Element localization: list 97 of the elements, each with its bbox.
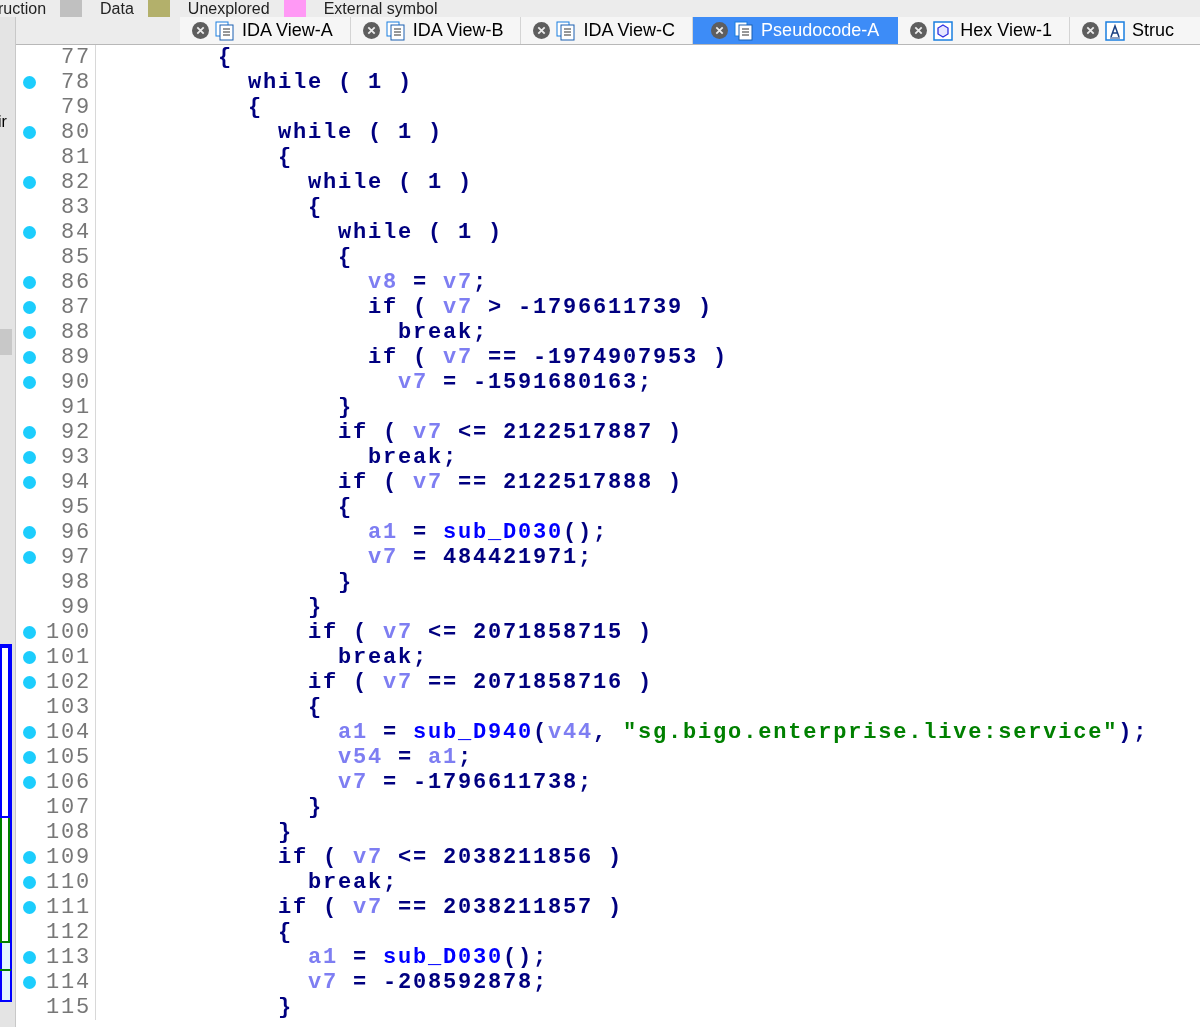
code-line: { xyxy=(248,95,263,120)
close-icon[interactable] xyxy=(910,22,928,39)
line-number: 109 xyxy=(46,845,92,870)
line-number: 102 xyxy=(46,670,92,695)
line-number: 80 xyxy=(61,120,92,145)
legend-label: External symbol xyxy=(323,0,438,17)
line-number: 79 xyxy=(61,95,92,120)
code-line: a1 = sub_D940(v44, "sg.bigo.enterprise.live:service"); xyxy=(338,720,1149,745)
tab[interactable]: IDA View-B xyxy=(350,17,522,44)
code-line: v7 = 484421971; xyxy=(368,545,594,570)
line-number: 78 xyxy=(61,70,92,95)
close-icon[interactable] xyxy=(1081,22,1099,39)
line-number: 94 xyxy=(61,470,92,495)
code-line: while ( 1 ) xyxy=(308,170,474,195)
code-line: { xyxy=(338,245,353,270)
code-line: v7 = -208592878; xyxy=(308,970,549,995)
line-number: 87 xyxy=(61,295,92,320)
line-number: 114 xyxy=(46,970,92,995)
code-line: while ( 1 ) xyxy=(278,120,444,145)
code-line: break; xyxy=(368,445,458,470)
code-line: if ( v7 > -1796611739 ) xyxy=(368,295,714,320)
tab[interactable]: Struc xyxy=(1069,17,1200,44)
code-line: { xyxy=(218,45,233,70)
code-line: if ( v7 == -1974907953 ) xyxy=(368,345,729,370)
line-number: 81 xyxy=(61,145,92,170)
tab[interactable]: IDA View-C xyxy=(521,17,694,44)
line-number: 113 xyxy=(46,945,92,970)
line-number: 104 xyxy=(46,720,92,745)
code-line: } xyxy=(338,395,353,420)
line-number: 110 xyxy=(46,870,92,895)
line-number: 90 xyxy=(61,370,92,395)
close-icon[interactable] xyxy=(362,22,380,39)
line-number: 100 xyxy=(46,620,92,645)
line-number: 108 xyxy=(46,820,92,845)
code-line: if ( v7 <= 2071858715 ) xyxy=(308,620,654,645)
document-icon xyxy=(385,20,406,41)
line-number: 98 xyxy=(61,570,92,595)
line-number: 84 xyxy=(61,220,92,245)
structure-icon xyxy=(1104,20,1125,41)
code-line: break; xyxy=(338,645,428,670)
code-line: { xyxy=(308,695,323,720)
code-line: } xyxy=(278,995,293,1020)
line-number: 115 xyxy=(46,995,92,1020)
line-number: 89 xyxy=(61,345,92,370)
line-number: 88 xyxy=(61,320,92,345)
code-line: break; xyxy=(308,870,398,895)
line-number: 92 xyxy=(61,420,92,445)
line-number: 93 xyxy=(61,445,92,470)
line-number: 103 xyxy=(46,695,92,720)
code-line: v8 = v7; xyxy=(368,270,489,295)
line-number: 99 xyxy=(61,595,92,620)
document-icon xyxy=(215,20,235,41)
line-number: 111 xyxy=(46,895,92,920)
line-number: 95 xyxy=(61,495,92,520)
document-icon xyxy=(556,20,577,41)
code-line: } xyxy=(338,570,353,595)
code-line: } xyxy=(308,595,323,620)
close-icon[interactable] xyxy=(192,22,209,39)
line-number: 91 xyxy=(61,395,92,420)
line-number: 85 xyxy=(61,245,92,270)
code-line: if ( v7 == 2071858716 ) xyxy=(308,670,654,695)
code-line: if ( v7 == 2122517888 ) xyxy=(338,470,684,495)
code-line: if ( v7 <= 2038211856 ) xyxy=(278,845,624,870)
legend-label: Unexplored xyxy=(187,0,270,17)
line-number: 77 xyxy=(61,45,92,70)
line-number: 107 xyxy=(46,795,92,820)
document-icon xyxy=(734,20,755,41)
line-number: 106 xyxy=(46,770,92,795)
code-line: if ( v7 == 2038211857 ) xyxy=(278,895,624,920)
tab[interactable]: Hex View-1 xyxy=(898,17,1070,44)
line-number: 97 xyxy=(61,545,92,570)
code-line: while ( 1 ) xyxy=(248,70,414,95)
close-icon[interactable] xyxy=(711,22,729,39)
line-number: 96 xyxy=(61,520,92,545)
code-line: v54 = a1; xyxy=(338,745,474,770)
legend-label: Data xyxy=(100,0,134,17)
code-line: { xyxy=(338,495,353,520)
code-line: } xyxy=(308,795,323,820)
line-number: 86 xyxy=(61,270,92,295)
close-icon[interactable] xyxy=(533,22,551,39)
tab[interactable]: IDA View-A xyxy=(180,17,351,44)
code-line: { xyxy=(278,920,293,945)
code-line: break; xyxy=(398,320,488,345)
line-number: 82 xyxy=(61,170,92,195)
code-line: v7 = -1796611738; xyxy=(338,770,594,795)
line-number: 105 xyxy=(46,745,92,770)
code-line: while ( 1 ) xyxy=(338,220,504,245)
code-line: } xyxy=(278,820,293,845)
code-line: v7 = -1591680163; xyxy=(398,370,654,395)
code-line: a1 = sub_D030(); xyxy=(308,945,549,970)
line-number: 101 xyxy=(46,645,92,670)
code-line: { xyxy=(278,145,293,170)
code-line: { xyxy=(308,195,323,220)
code-line: if ( v7 <= 2122517887 ) xyxy=(338,420,684,445)
line-number: 83 xyxy=(61,195,92,220)
line-number: 112 xyxy=(46,920,92,945)
code-line: a1 = sub_D030(); xyxy=(368,520,609,545)
